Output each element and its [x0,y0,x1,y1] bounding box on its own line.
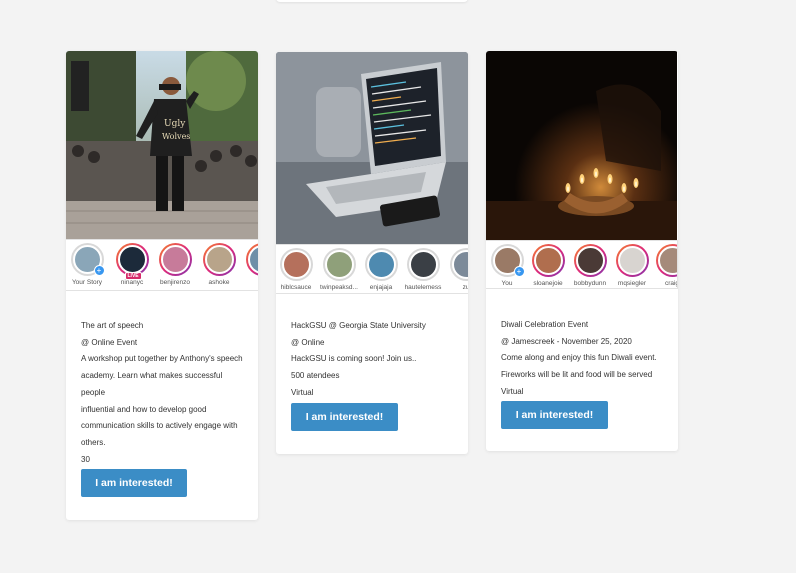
story-name: Your Story [71,279,103,286]
stories-strip[interactable]: + You sloanejoie bobbydunn mqsiegler cra… [486,240,678,289]
interested-button[interactable]: I am interested! [81,469,187,497]
story-item[interactable]: sloanejoie [528,244,568,287]
event-description-line: Fireworks will be lit and food will be s… [501,370,653,380]
story-name: twinpeaksd... [320,284,358,291]
event-card-hackgsu: hiblcsauce twinpeaksd... enjajaja hautel… [276,52,468,454]
avatar [247,245,258,274]
story-item[interactable]: LIVE ninanyc [112,243,152,286]
event-details: HackGSU @ Georgia State University @ Onl… [291,318,458,402]
add-story-icon[interactable]: + [93,265,105,276]
photo-illustration [486,51,677,240]
event-description-line: Come along and enjoy this fun Diwali eve… [501,353,657,363]
story-name: ashoke [208,279,230,286]
avatar [117,245,147,274]
event-details: Diwali Celebration Event @ Jamescreek - … [501,317,668,401]
diwali-lamps-photo [486,51,677,240]
photo-illustration: Ugly Wolves [66,51,258,239]
event-mode: Virtual [501,386,524,396]
event-description-line: academy. Learn what makes successful peo… [81,371,223,397]
event-description-line: A workshop put together by Anthony's spe… [81,354,243,364]
story-item[interactable]: enjajaja [361,248,401,291]
avatar [408,250,438,279]
story-name: bobbydunn [573,280,607,287]
story-name: ia [242,279,258,286]
stories-strip[interactable]: + Your Story LIVE ninanyc benjirenzo ash… [66,239,258,291]
event-description-line: HackGSU is coming soon! Join us.. [291,354,417,364]
story-item[interactable]: + You [487,244,527,287]
interested-button[interactable]: I am interested! [501,401,608,429]
avatar [160,245,190,274]
stories-strip[interactable]: hiblcsauce twinpeaksd... enjajaja hautel… [276,244,468,294]
event-title: Diwali Celebration Event [501,320,589,329]
story-name: hautelemess [404,284,442,291]
story-name: zu [462,284,468,291]
avatar [657,246,677,275]
story-item[interactable]: ashoke [199,243,239,286]
story-item[interactable]: bobbydunn [570,244,610,287]
laptop-on-couch-photo [276,52,468,244]
event-description-line: influential and how to develop good [81,404,207,414]
event-card-diwali: + You sloanejoie bobbydunn mqsiegler cra… [486,51,678,451]
story-item[interactable]: hautelemess [403,248,443,291]
story-name: enjajaja [369,284,393,291]
avatar [451,250,468,279]
event-venue: @ Online Event [81,337,138,347]
event-venue: @ Online [291,337,325,347]
speaker-on-stage-photo: Ugly Wolves [66,51,258,239]
story-name: craig [664,280,678,287]
event-title: HackGSU @ Georgia State University [291,321,426,330]
svg-text:Ugly: Ugly [164,119,186,129]
story-item[interactable]: mqsiegler [612,244,652,287]
event-details: The art of speech @ Online Event A works… [81,318,248,485]
avatar [204,245,234,274]
story-item[interactable]: twinpeaksd... [319,248,359,291]
story-item[interactable]: benjirenzo [155,243,195,286]
live-badge: LIVE [124,272,142,280]
event-mode: Virtual [291,387,314,397]
svg-text:Wolves: Wolves [162,132,190,141]
interested-button[interactable]: I am interested! [291,403,398,431]
event-attendees: 500 atendees [291,371,340,381]
previous-card-edge [276,0,468,2]
story-name: mqsiegler [617,280,647,287]
event-description-line: others. [81,437,106,447]
event-title: The art of speech [81,321,144,330]
story-name: You [501,280,513,287]
avatar [617,246,647,275]
story-item[interactable]: ia [242,243,258,286]
add-story-icon[interactable]: + [513,266,525,277]
avatar [281,250,311,279]
story-item[interactable]: + Your Story [67,243,107,286]
avatar [366,250,396,279]
event-attendees: 30 [81,454,90,464]
event-venue: @ Jamescreek - November 25, 2020 [501,336,632,346]
story-item[interactable]: zu [446,248,468,291]
story-item[interactable]: hiblcsauce [276,248,316,291]
avatar [575,246,605,275]
event-description-line: communication skills to actively engage … [81,421,238,431]
story-item[interactable]: craig [652,244,678,287]
photo-illustration [276,52,468,244]
avatar [324,250,354,279]
event-card-speech: Ugly Wolves + Your Story LIVE ninanyc be… [66,51,258,520]
story-name: sloanejoie [533,280,563,287]
avatar [533,246,563,275]
story-name: benjirenzo [160,279,190,286]
story-name: hiblcsauce [280,284,312,291]
story-name: ninanyc [120,279,144,286]
